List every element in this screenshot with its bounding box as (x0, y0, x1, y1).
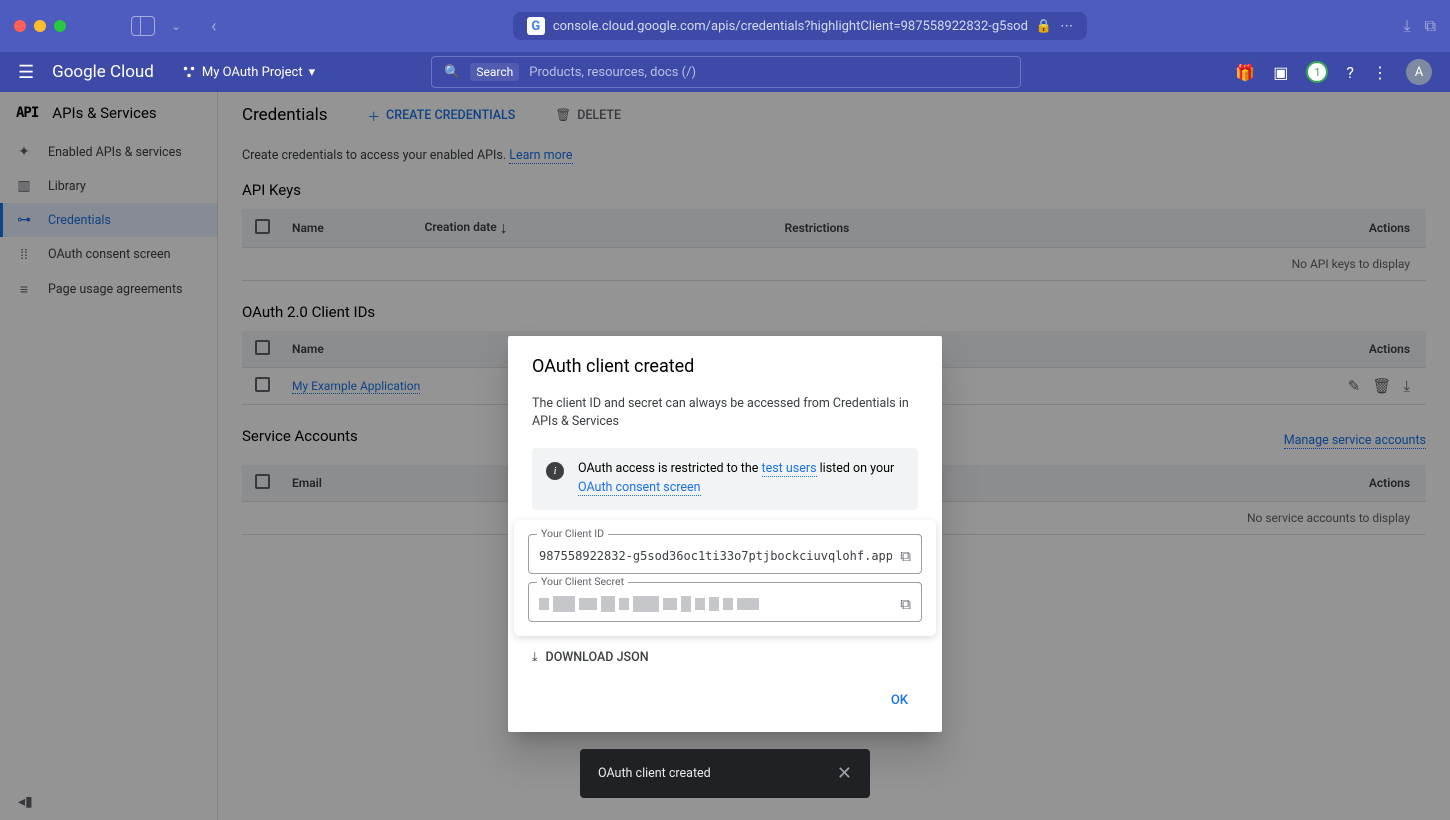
search-label: Search (470, 63, 519, 81)
site-favicon: G (527, 17, 545, 35)
test-users-link[interactable]: test users (762, 461, 817, 477)
oauth-created-dialog: OAuth client created The client ID and s… (508, 336, 942, 732)
sidebar-toggle-icon[interactable] (131, 16, 155, 36)
user-avatar[interactable]: A (1406, 59, 1432, 85)
maximize-window-button[interactable] (54, 20, 66, 32)
traffic-lights (14, 20, 66, 32)
info-icon: i (546, 462, 564, 480)
minimize-window-button[interactable] (34, 20, 46, 32)
more-options-icon[interactable]: ⋮ (1372, 63, 1388, 82)
tabs-icon[interactable]: ⧉ (1425, 16, 1436, 36)
downloads-icon[interactable]: ⤓ (1403, 16, 1410, 36)
dialog-subtitle: The client ID and secret can always be a… (532, 395, 918, 430)
project-icon (182, 65, 196, 79)
project-selector[interactable]: My OAuth Project ▾ (182, 65, 315, 80)
project-name: My OAuth Project (202, 65, 303, 80)
client-id-label: Your Client ID (537, 527, 608, 540)
dialog-info-banner: i OAuth access is restricted to the test… (532, 448, 918, 510)
nav-menu-button[interactable]: ☰ (18, 62, 34, 83)
address-bar[interactable]: G console.cloud.google.com/apis/credenti… (513, 12, 1087, 40)
consent-screen-link[interactable]: OAuth consent screen (578, 480, 701, 496)
copy-client-id-button[interactable]: ⧉ (900, 547, 911, 565)
search-placeholder: Products, resources, docs (/) (529, 65, 696, 80)
trial-badge[interactable]: 1 (1306, 61, 1328, 83)
toast-text: OAuth client created (598, 766, 711, 781)
chevron-down-icon[interactable]: ⌄ (171, 19, 181, 33)
client-id-field: Your Client ID 987558922832-g5sod36oc1ti… (528, 534, 922, 574)
close-window-button[interactable] (14, 20, 26, 32)
download-icon: ⤓ (532, 650, 538, 665)
credentials-highlight: Your Client ID 987558922832-g5sod36oc1ti… (514, 520, 936, 636)
address-bar-container: G console.cloud.google.com/apis/credenti… (226, 12, 1373, 40)
copy-client-secret-button[interactable]: ⧉ (900, 595, 911, 613)
client-secret-label: Your Client Secret (537, 575, 628, 588)
download-json-button[interactable]: ⤓ DOWNLOAD JSON (508, 636, 942, 669)
toast-notification: OAuth client created ✕ (580, 749, 870, 798)
client-secret-value[interactable] (539, 596, 892, 612)
browser-chrome: ⌄ ‹ G console.cloud.google.com/apis/cred… (0, 0, 1450, 52)
app-header: ☰ Google Cloud My OAuth Project ▾ 🔍 Sear… (0, 52, 1450, 92)
chevron-down-icon: ▾ (309, 65, 316, 80)
google-cloud-logo[interactable]: Google Cloud (52, 62, 154, 82)
browser-actions: ⤓ ⧉ (1403, 16, 1436, 36)
lock-icon: 🔒 (1036, 19, 1052, 34)
header-actions: 🎁 ▣ 1 ? ⋮ A (1235, 59, 1432, 85)
toast-close-button[interactable]: ✕ (837, 763, 852, 784)
site-settings-icon[interactable]: ⋯ (1060, 19, 1073, 34)
search-icon: 🔍 (444, 65, 460, 80)
gift-icon[interactable]: 🎁 (1235, 63, 1255, 82)
url-text: console.cloud.google.com/apis/credential… (553, 19, 1028, 34)
dialog-title: OAuth client created (532, 356, 918, 377)
ok-button[interactable]: OK (881, 687, 918, 714)
cloud-shell-icon[interactable]: ▣ (1273, 63, 1288, 82)
back-button[interactable]: ‹ (211, 16, 216, 37)
help-icon[interactable]: ? (1346, 63, 1354, 82)
client-id-value[interactable]: 987558922832-g5sod36oc1ti33o7ptjbockciuv… (539, 549, 892, 563)
client-secret-field: Your Client Secret ⧉ (528, 582, 922, 622)
search-bar[interactable]: 🔍 Search Products, resources, docs (/) (431, 56, 1021, 88)
